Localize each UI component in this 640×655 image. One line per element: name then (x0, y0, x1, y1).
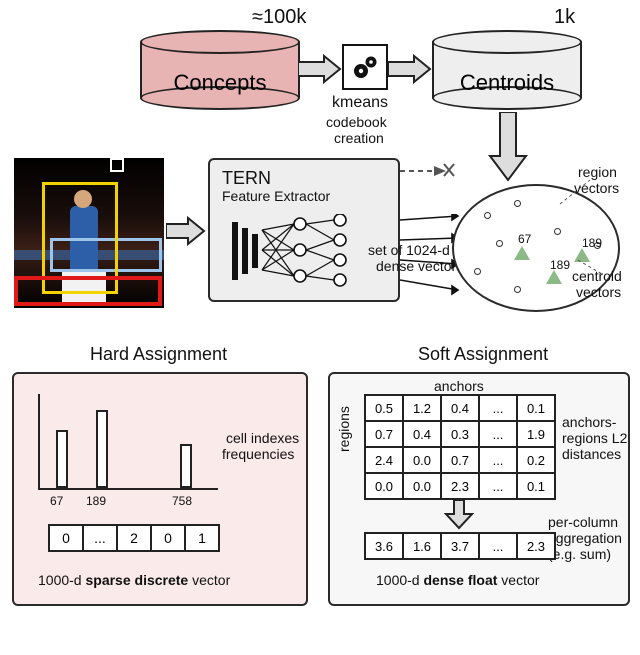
histogram (38, 394, 218, 490)
aggregated-row: 3.6 1.6 3.7 ... 2.3 (366, 534, 556, 562)
discrete-cells: 0 ... 2 0 1 (50, 524, 220, 552)
soft-panel: anchors regions 0.51.20.4...0.1 0.70.40.… (328, 372, 630, 606)
regions-label: regions (336, 406, 352, 452)
anchors-label: anchors (434, 378, 484, 394)
centroid-id-label: 67 (518, 232, 531, 246)
region-vectors-label-1: region (578, 164, 617, 180)
arrow-icon (298, 54, 342, 84)
per-col-label-2: aggregation (548, 530, 622, 546)
soft-assignment-title: Soft Assignment (418, 344, 548, 365)
anchors-regions-label-2: regions L2 (562, 430, 627, 446)
soft-footer: 1000-d dense float vector (376, 572, 539, 588)
hard-panel: 67 189 758 cell indexes frequencies 0 ..… (12, 372, 308, 606)
cell: 1 (184, 524, 220, 552)
hist-tick: 758 (172, 494, 192, 508)
hard-assignment-title: Hard Assignment (90, 344, 227, 365)
centroid-triangle-icon (546, 270, 562, 284)
input-image (14, 158, 164, 308)
codebook-label-2: creation (334, 130, 384, 146)
cell: ... (82, 524, 118, 552)
bbox-red (14, 276, 162, 306)
centroid-vectors-label-1: centroid (572, 268, 622, 284)
hist-tick: 67 (50, 494, 63, 508)
per-col-label-3: (e.g. sum) (548, 546, 611, 562)
concepts-cylinder: Concepts (140, 30, 300, 110)
dashed-arrow-discard-icon (400, 162, 456, 180)
kmeans-label: kmeans (332, 94, 388, 112)
concepts-count-label: ≈100k (252, 6, 306, 29)
cell: 0 (48, 524, 84, 552)
concepts-label: Concepts (140, 70, 300, 96)
tern-subtitle: Feature Extractor (222, 188, 330, 204)
cell: 2 (116, 524, 152, 552)
kmeans-box (342, 44, 388, 90)
anchors-regions-label-3: distances (562, 446, 621, 462)
region-vectors-label-2: vectors (574, 180, 619, 196)
tern-title: TERN (222, 168, 271, 189)
arrow-down-icon (488, 112, 528, 182)
vectors-label-1: set of 1024-d (368, 242, 450, 258)
tern-panel: TERN Feature Extractor (208, 158, 400, 302)
centroid-id-label: 189 (550, 258, 570, 272)
centroids-count-label: 1k (554, 6, 575, 29)
hist-tick: 189 (86, 494, 106, 508)
centroid-triangle-icon (514, 246, 530, 260)
per-col-label-1: per-column (548, 514, 618, 530)
distance-grid: 0.51.20.4...0.1 0.70.40.3...1.9 2.40.00.… (366, 396, 556, 500)
anchors-regions-label-1: anchors- (562, 414, 616, 430)
centroids-label: Centroids (432, 70, 582, 96)
codebook-label-1: codebook (326, 114, 387, 130)
centroid-vectors-label-2: vectors (576, 284, 621, 300)
cell-idx-label-2: frequencies (222, 446, 294, 462)
vectors-label-2: dense vectors (376, 258, 463, 274)
centroid-id-label: 189 (582, 236, 602, 250)
gear-icon (349, 51, 381, 83)
cell-idx-label-1: cell indexes (226, 430, 299, 446)
centroids-cylinder: Centroids (432, 30, 582, 110)
arrow-icon (388, 54, 432, 84)
neural-net-icon (228, 214, 368, 292)
arrow-icon (166, 216, 206, 246)
cell: 0 (150, 524, 186, 552)
arrow-down-icon (444, 500, 474, 530)
hard-footer: 1000-d sparse discrete vector (38, 572, 230, 588)
